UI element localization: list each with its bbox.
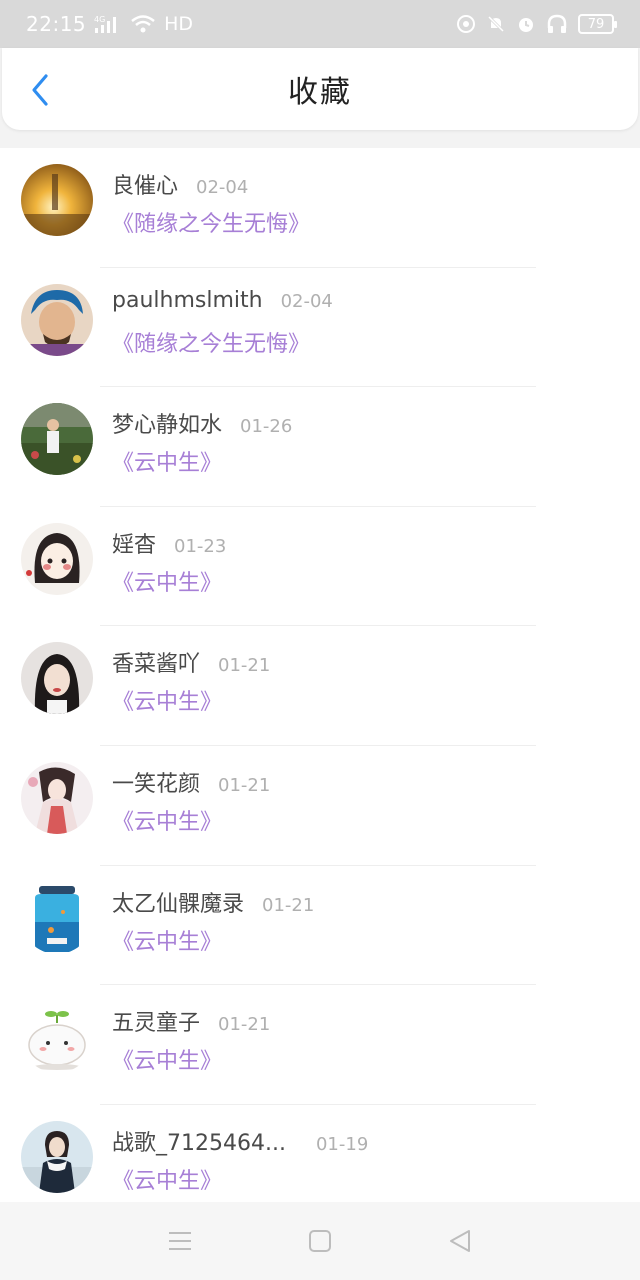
- date: 01-19: [315, 1133, 369, 1155]
- list-item[interactable]: 五灵童子 01-21 《云中生》: [0, 985, 640, 1105]
- name-line: 战歌_7125464... 01-19: [112, 1125, 368, 1157]
- wifi-icon: [130, 14, 156, 34]
- date: 01-26: [240, 416, 293, 438]
- list-item[interactable]: 香菜酱吖 01-21 《云中生》: [0, 626, 640, 746]
- avatar[interactable]: [21, 761, 93, 834]
- user-name[interactable]: 香菜酱吖: [112, 646, 200, 678]
- date: 02-04: [196, 177, 249, 198]
- alarm-icon: [516, 14, 536, 34]
- list-item[interactable]: 太乙仙髁魔录 01-21 《云中生》: [0, 866, 640, 986]
- back-triangle-icon: [450, 1230, 470, 1252]
- header: 收藏: [2, 48, 638, 130]
- book-title[interactable]: 《随缘之今生无悔》: [112, 206, 310, 238]
- home-square-icon: [309, 1230, 331, 1252]
- avatar[interactable]: [21, 522, 93, 595]
- user-name[interactable]: 战歌_7125464...: [112, 1125, 286, 1157]
- status-right: 79: [456, 14, 617, 34]
- avatar[interactable]: [21, 164, 93, 236]
- signal-icon: 4G: [94, 14, 122, 34]
- user-name[interactable]: 五灵童子: [112, 1005, 200, 1037]
- book-title[interactable]: 《云中生》: [112, 924, 222, 956]
- avatar[interactable]: [21, 1120, 93, 1193]
- name-line: 香菜酱吖 01-21: [112, 646, 270, 678]
- book-title[interactable]: 《随缘之今生无悔》: [112, 326, 310, 358]
- system-navigation-bar: [0, 1202, 640, 1280]
- book-title[interactable]: 《云中生》: [112, 804, 222, 836]
- user-name[interactable]: 梦心静如水: [112, 407, 222, 439]
- user-name[interactable]: 婬杳: [112, 527, 156, 559]
- menu-icon: [169, 1232, 191, 1250]
- book-title[interactable]: 《云中生》: [112, 565, 222, 597]
- hd-label: HD: [164, 13, 194, 35]
- avatar[interactable]: [21, 642, 93, 715]
- list-item[interactable]: 婬杳 01-23 《云中生》: [0, 507, 640, 627]
- name-line: 良催心 02-04: [112, 168, 248, 200]
- avatar[interactable]: [21, 1001, 93, 1074]
- date: 01-21: [262, 894, 315, 916]
- date: 01-21: [218, 774, 271, 796]
- book-title[interactable]: 《云中生》: [112, 445, 222, 477]
- date: 02-04: [280, 290, 333, 312]
- date: 01-23: [174, 535, 227, 557]
- name-line: 太乙仙髁魔录 01-21: [112, 886, 314, 918]
- book-title[interactable]: 《云中生》: [112, 684, 222, 716]
- list-item[interactable]: 梦心静如水 01-26 《云中生》: [0, 387, 640, 507]
- avatar[interactable]: [21, 403, 93, 476]
- list-item[interactable]: paulhmslmith 02-04 《随缘之今生无悔》: [0, 268, 640, 388]
- status-left: 22:15 4G HD: [26, 12, 193, 36]
- date: 01-21: [218, 1014, 271, 1036]
- name-line: 梦心静如水 01-26: [112, 407, 292, 439]
- name-line: paulhmslmith 02-04: [112, 288, 333, 313]
- mute-bell-icon: [486, 14, 506, 34]
- page-title: 收藏: [288, 75, 352, 110]
- favorites-list: 良催心 02-04 《随缘之今生无悔》 paulhmslmith 02-04 《…: [0, 148, 640, 1224]
- status-time: 22:15: [26, 12, 87, 36]
- name-line: 五灵童子 01-21: [112, 1005, 270, 1037]
- headphones-icon: [546, 14, 568, 34]
- date: 01-21: [218, 655, 271, 677]
- menu-button[interactable]: [160, 1221, 200, 1261]
- battery-indicator: 79: [578, 14, 617, 34]
- user-name[interactable]: 良催心: [112, 168, 178, 200]
- name-line: 婬杳 01-23: [112, 527, 226, 559]
- battery-level: 79: [587, 16, 605, 32]
- user-name[interactable]: 太乙仙髁魔录: [112, 886, 244, 918]
- status-bar: 22:15 4G HD 79: [0, 0, 640, 48]
- home-button[interactable]: [300, 1221, 340, 1261]
- back-nav-button[interactable]: [440, 1221, 480, 1261]
- user-name[interactable]: paulhmslmith: [112, 288, 263, 313]
- data-saver-icon: [456, 14, 476, 34]
- svg-text:4G: 4G: [94, 15, 105, 24]
- avatar[interactable]: [21, 283, 93, 356]
- user-name[interactable]: 一笑花颜: [112, 766, 200, 798]
- book-title[interactable]: 《云中生》: [112, 1043, 222, 1075]
- book-title[interactable]: 《云中生》: [112, 1163, 222, 1195]
- name-line: 一笑花颜 01-21: [112, 766, 270, 798]
- header-area: 收藏: [0, 48, 640, 148]
- list-item[interactable]: 良催心 02-04 《随缘之今生无悔》: [0, 148, 640, 268]
- list-item[interactable]: 一笑花颜 01-21 《云中生》: [0, 746, 640, 866]
- avatar[interactable]: [21, 881, 93, 954]
